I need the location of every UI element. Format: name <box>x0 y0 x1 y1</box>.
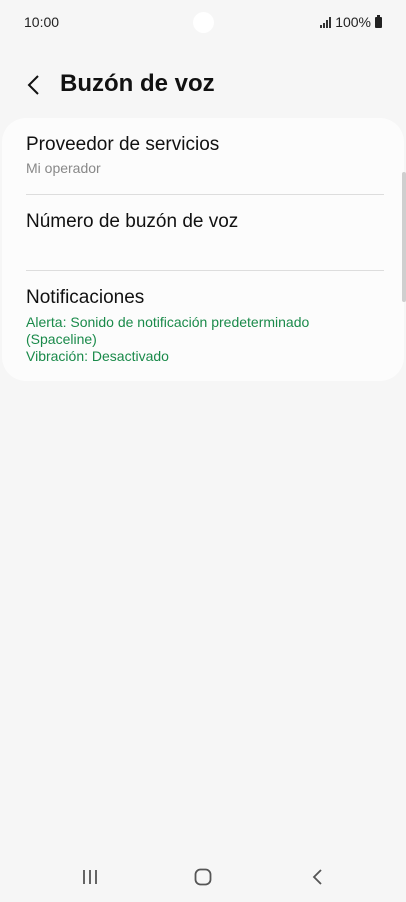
setting-alert-line: (Spaceline) <box>26 331 97 347</box>
recents-button[interactable] <box>70 862 110 892</box>
nav-back-button[interactable] <box>298 862 338 892</box>
divider <box>26 270 384 271</box>
setting-title: Número de buzón de voz <box>26 211 239 232</box>
status-icons: 100% <box>320 14 382 30</box>
setting-vibration-line: Vibración: Desactivado <box>26 348 169 364</box>
setting-service-provider[interactable]: Proveedor de servicios Mi operador <box>26 134 384 176</box>
chevron-left-icon <box>27 75 39 95</box>
battery-level: 100% <box>335 14 371 30</box>
nav-back-icon <box>312 869 322 885</box>
page-title: Buzón de voz <box>60 70 215 97</box>
setting-voicemail-number[interactable]: Número de buzón de voz <box>26 211 384 233</box>
status-time: 10:00 <box>24 14 60 30</box>
scrollbar[interactable] <box>402 172 406 302</box>
settings-card: Proveedor de servicios Mi operador Númer… <box>2 118 404 381</box>
home-icon <box>194 868 212 886</box>
setting-title: Proveedor de servicios <box>26 134 220 155</box>
setting-notifications[interactable]: Notificaciones Alerta: Sonido de notific… <box>26 287 384 365</box>
status-bar: 10:00 100% <box>0 0 406 44</box>
signal-icon <box>320 16 332 28</box>
divider <box>26 194 384 195</box>
setting-title: Notificaciones <box>26 287 145 308</box>
back-button[interactable] <box>20 70 50 100</box>
camera-cutout <box>193 12 214 33</box>
setting-subtitle: Mi operador <box>26 160 101 176</box>
recents-icon <box>83 870 97 884</box>
home-button[interactable] <box>183 862 223 892</box>
app-header: Buzón de voz <box>0 60 406 110</box>
battery-icon <box>375 14 382 28</box>
setting-alert-line: Alerta: Sonido de notificación predeterm… <box>26 314 310 330</box>
navigation-bar <box>0 852 406 902</box>
